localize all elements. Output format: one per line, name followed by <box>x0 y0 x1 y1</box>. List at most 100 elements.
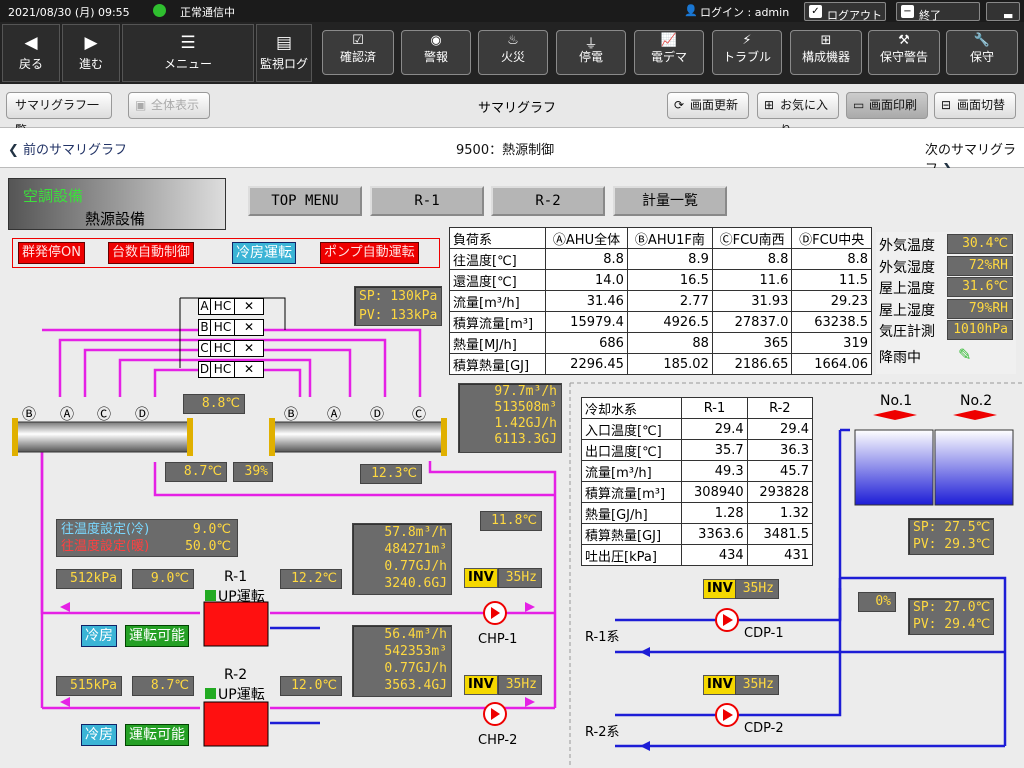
count-auto-label[interactable]: 台数自動制御 <box>108 242 195 264</box>
cdp1-hz[interactable]: 35Hz <box>735 579 779 599</box>
monitor-log-button[interactable]: ▤ 監視ログ <box>256 24 312 82</box>
table-cell[interactable]: 293828 <box>746 481 814 503</box>
table-cell[interactable]: 4926.5 <box>626 311 713 333</box>
forward-button[interactable]: ▶ 進む <box>62 24 120 82</box>
r1-button[interactable]: R-1 <box>370 186 484 216</box>
table-cell[interactable]: 15979.4 <box>545 311 628 333</box>
r1-supply-temp[interactable]: 9.0℃ <box>132 569 194 589</box>
table-cell[interactable]: 3481.5 <box>746 523 814 545</box>
bypass-temp[interactable]: 8.7℃ <box>165 462 227 482</box>
table-cell[interactable]: 2186.65 <box>711 353 793 375</box>
weather-value[interactable]: 1010hPa <box>947 320 1013 340</box>
table-cell[interactable]: 3363.6 <box>681 523 748 545</box>
table-cell[interactable]: 36.3 <box>746 439 814 461</box>
setpoint-box[interactable]: 往温度設定(冷) 9.0℃ 往温度設定(暖) 50.0℃ <box>56 519 238 557</box>
table-cell[interactable]: 31.46 <box>545 290 628 312</box>
alarm-maint-button[interactable]: 🔧 保守 <box>946 30 1018 75</box>
alarm-warning-button[interactable]: ◉ 警報 <box>401 30 471 75</box>
r2-pressure[interactable]: 515kPa <box>56 676 122 696</box>
chiller-r1[interactable] <box>203 601 269 647</box>
table-cell[interactable]: 434 <box>681 544 748 566</box>
print-button[interactable]: ▭ 画面印刷 <box>846 92 928 119</box>
prev-graph-link[interactable]: ❮ 前のサマリグラフ <box>8 139 127 158</box>
top-menu-button[interactable]: TOP MENU <box>248 186 362 216</box>
tower2-setpoint-box[interactable]: SP: 27.0℃ PV: 29.4℃ <box>908 598 994 635</box>
r2-supply-temp[interactable]: 8.7℃ <box>132 676 194 696</box>
return-header[interactable] <box>271 421 445 453</box>
back-button[interactable]: ◀ 戻る <box>2 24 60 82</box>
alarm-fire-button[interactable]: ♨ 火災 <box>478 30 548 75</box>
pump-cdp1[interactable] <box>715 608 739 632</box>
table-cell[interactable]: 27837.0 <box>711 311 793 333</box>
pump-cdp2[interactable] <box>715 703 739 727</box>
return-temp[interactable]: 12.3℃ <box>360 464 422 484</box>
table-cell[interactable]: 8.9 <box>626 248 713 270</box>
table-cell[interactable]: 16.5 <box>626 269 713 291</box>
cooling-tower-1[interactable] <box>854 429 934 506</box>
table-cell[interactable]: 63238.5 <box>791 311 872 333</box>
table-cell[interactable]: 88 <box>626 332 713 354</box>
r1-ready[interactable]: 運転可能 <box>125 625 189 647</box>
heating-coil-c[interactable]: C HC ✕ <box>198 340 264 357</box>
bypass-valve-pct[interactable]: 39% <box>233 462 273 482</box>
table-cell[interactable]: 8.8 <box>711 248 793 270</box>
cdp2-hz[interactable]: 35Hz <box>735 675 779 695</box>
alarm-maint-warning-button[interactable]: ⚒ 保守警告 <box>868 30 940 75</box>
table-cell[interactable]: 365 <box>711 332 793 354</box>
alarm-demand-button[interactable]: 📈 電デマ <box>634 30 704 75</box>
supply-header[interactable] <box>14 421 191 453</box>
chat-button[interactable]: ▬ <box>986 2 1020 22</box>
alarm-trouble-button[interactable]: ⚡ トラブル <box>712 30 782 75</box>
table-cell[interactable]: 11.5 <box>791 269 872 291</box>
tower1-setpoint-box[interactable]: SP: 27.5℃ PV: 29.3℃ <box>908 518 994 555</box>
r1-flow-box[interactable]: 57.8m³/h 484271m³ 0.77GJ/h 3240.6GJ <box>352 523 452 595</box>
exit-button[interactable]: − 終了 <box>896 2 980 22</box>
cooling-mode-label[interactable]: 冷房運転 <box>232 242 296 264</box>
r2-mode[interactable]: 冷房 <box>81 724 117 746</box>
r1-pressure[interactable]: 512kPa <box>56 569 122 589</box>
table-cell[interactable]: 2296.45 <box>545 353 628 375</box>
r1-return-temp[interactable]: 12.2℃ <box>280 569 342 589</box>
alarm-equipment-button[interactable]: ⊞ 構成機器 <box>790 30 862 75</box>
alarm-outage-button[interactable]: ⏚ 停電 <box>556 30 626 75</box>
metering-button[interactable]: 計量一覧 <box>613 186 727 216</box>
favorite-button[interactable]: ⊞お気に入り <box>757 92 839 137</box>
r2-pump-hz[interactable]: 35Hz <box>498 675 542 695</box>
r2-flow-box[interactable]: 56.4m³/h 542353m³ 0.77GJ/h 3563.4GJ <box>352 625 452 697</box>
show-all-button[interactable]: ▣ 全体表示 <box>128 92 210 119</box>
chiller-r2[interactable] <box>203 701 269 747</box>
table-cell[interactable]: 185.02 <box>626 353 713 375</box>
table-cell[interactable]: 686 <box>545 332 628 354</box>
refresh-button[interactable]: ⟳ 画面更新 <box>667 92 749 119</box>
table-cell[interactable]: 1664.06 <box>791 353 872 375</box>
r1-pump-hz[interactable]: 35Hz <box>498 568 542 588</box>
pump-auto-label[interactable]: ポンプ自動運転 <box>320 242 419 264</box>
header-pressure-box[interactable]: SP: 130kPa PV: 133kPa <box>354 286 443 326</box>
supply-header-temp[interactable]: 8.8℃ <box>183 394 245 414</box>
heating-coil-d[interactable]: D HC ✕ <box>198 361 264 378</box>
table-cell[interactable]: 8.8 <box>791 248 872 270</box>
heating-coil-a[interactable]: A HC ✕ <box>198 298 264 315</box>
table-cell[interactable]: 31.93 <box>711 290 793 312</box>
r2-ready[interactable]: 運転可能 <box>125 724 189 746</box>
r1-mode[interactable]: 冷房 <box>81 625 117 647</box>
table-cell[interactable]: 8.8 <box>545 248 628 270</box>
table-cell[interactable]: 308940 <box>681 481 748 503</box>
menu-button[interactable]: ☰ メニュー <box>122 24 254 82</box>
switch-screen-button[interactable]: ⊟ 画面切替 <box>934 92 1016 119</box>
table-cell[interactable]: 11.6 <box>711 269 793 291</box>
table-cell[interactable]: 14.0 <box>545 269 628 291</box>
table-cell[interactable]: 29.23 <box>791 290 872 312</box>
r2-button[interactable]: R-2 <box>491 186 605 216</box>
table-cell[interactable]: 45.7 <box>746 460 814 482</box>
table-cell[interactable]: 431 <box>746 544 814 566</box>
cooling-tower-2[interactable] <box>934 429 1014 506</box>
heating-coil-b[interactable]: B HC ✕ <box>198 319 264 336</box>
table-cell[interactable]: 35.7 <box>681 439 748 461</box>
table-cell[interactable]: 1.32 <box>746 502 814 524</box>
table-cell[interactable]: 29.4 <box>746 418 814 440</box>
table-cell[interactable]: 1.28 <box>681 502 748 524</box>
weather-value[interactable]: 79%RH <box>947 298 1013 319</box>
logout-button[interactable]: ✓ ログアウト <box>804 2 886 22</box>
table-cell[interactable]: 2.77 <box>626 290 713 312</box>
